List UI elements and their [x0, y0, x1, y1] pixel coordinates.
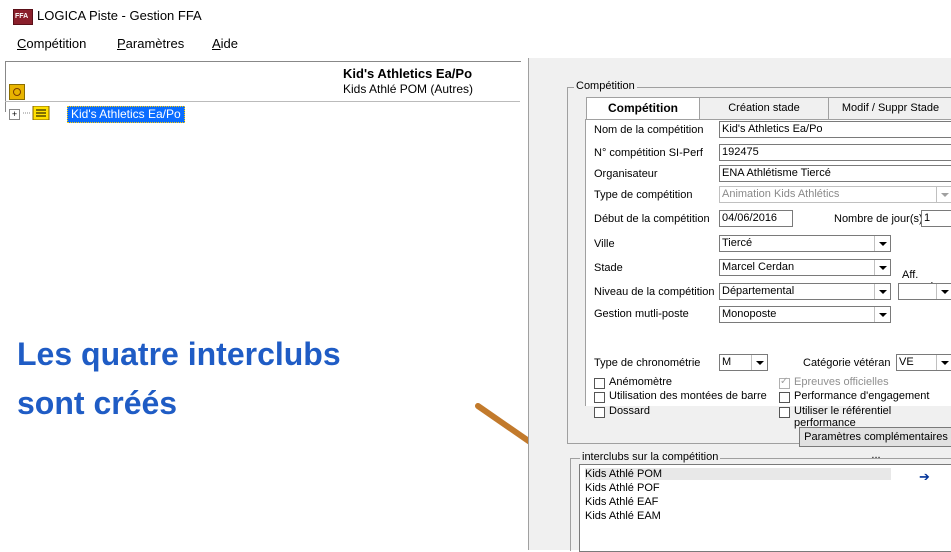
menu-aide[interactable]: Aide	[212, 36, 238, 51]
epreuves-label: Epreuves officielles	[794, 376, 889, 388]
tree-divider	[5, 101, 520, 102]
params-button[interactable]: Paramètres complémentaires ...	[799, 427, 951, 461]
niveau-value: Départemental	[722, 285, 795, 297]
chevron-down-icon	[874, 236, 890, 251]
tab-creation-stade[interactable]: Création stade	[699, 97, 829, 119]
dossard-checkbox[interactable]	[594, 407, 605, 418]
chevron-down-icon	[874, 284, 890, 299]
gestion-value: Monoposte	[722, 308, 777, 320]
type-select[interactable]: Animation Kids Athlétics	[719, 186, 951, 203]
referentiel-checkbox[interactable]	[779, 407, 790, 418]
org-label: Organisateur	[594, 168, 658, 180]
montees-label: Utilisation des montées de barre	[609, 390, 767, 402]
competition-group-label: Compétition	[574, 80, 637, 92]
list-item[interactable]: Kids Athlé POF	[585, 482, 660, 494]
list-item[interactable]: Kids Athlé POM	[585, 468, 891, 480]
arrow-right-icon[interactable]: ➔	[919, 469, 930, 485]
montees-checkbox[interactable]	[594, 392, 605, 403]
list-item[interactable]: Kids Athlé EAF	[585, 496, 658, 508]
org-field[interactable]: ENA Athlétisme Tiercé	[719, 165, 951, 182]
veteran-select[interactable]: VE	[896, 354, 951, 371]
ville-value: Tiercé	[722, 237, 753, 249]
tab-modif-stade[interactable]: Modif / Suppr Stade	[828, 97, 951, 119]
stade-value: Marcel Cerdan	[722, 261, 795, 273]
gestion-label: Gestion mutli-poste	[594, 308, 689, 320]
affrecord-select[interactable]	[898, 283, 951, 300]
stade-select[interactable]: Marcel Cerdan	[719, 259, 891, 276]
annotation-line-1: Les quatre interclubs	[17, 336, 341, 372]
annotation-line-2: sont créés	[17, 385, 178, 421]
menu-competition[interactable]: Compétition	[17, 36, 86, 51]
debut-field[interactable]: 04/06/2016	[719, 210, 793, 227]
window-title: LOGICA Piste - Gestion FFA	[37, 8, 202, 23]
interclubs-group-label: interclubs sur la compétition	[580, 451, 721, 463]
menu-bar: Compétition Paramètres Aide	[0, 36, 520, 58]
ville-label: Ville	[594, 238, 615, 250]
perf-engagement-label: Performance d'engagement	[794, 390, 930, 402]
refresh-icon[interactable]	[9, 84, 25, 100]
tab-competition[interactable]: Compétition	[586, 97, 700, 120]
chevron-down-icon	[936, 284, 951, 299]
chevron-down-icon	[936, 187, 951, 202]
epreuves-checkbox[interactable]	[779, 376, 790, 389]
perf-engagement-checkbox[interactable]	[779, 392, 790, 403]
chevron-down-icon	[874, 260, 890, 275]
dossard-label: Dossard	[609, 405, 650, 417]
chevron-down-icon	[751, 355, 767, 370]
niveau-label: Niveau de la compétition	[594, 286, 715, 298]
ville-select[interactable]: Tiercé	[719, 235, 891, 252]
tab-strip: Compétition Création stade Modif / Suppr…	[578, 97, 951, 120]
menu-competition-label: Compétition	[17, 36, 87, 51]
menu-parametres-label: Paramètres	[117, 36, 185, 51]
nbjours-label: Nombre de jour(s)	[834, 213, 923, 225]
stade-label: Stade	[594, 262, 623, 274]
competition-node-icon	[23, 106, 50, 120]
debut-label: Début de la compétition	[594, 213, 710, 225]
chevron-down-icon	[936, 355, 951, 370]
num-label: N° compétition SI-Perf	[594, 147, 703, 159]
type-label: Type de compétition	[594, 189, 693, 201]
nom-field[interactable]: Kid's Athletics Ea/Po	[719, 121, 951, 138]
list-item[interactable]: Kids Athlé EAM	[585, 510, 661, 522]
num-field[interactable]: 192475	[719, 144, 951, 161]
anemometre-checkbox[interactable]	[594, 378, 605, 389]
tree-node-competition[interactable]: Kid's Athletics Ea/Po	[67, 106, 185, 123]
annotation-text: Les quatre interclubs sont créés	[17, 330, 341, 428]
chrono-label: Type de chronométrie	[594, 357, 701, 369]
menu-aide-label: Aide	[212, 36, 239, 51]
chrono-select[interactable]: M	[719, 354, 768, 371]
gestion-select[interactable]: Monoposte	[719, 306, 891, 323]
chrono-value: M	[722, 356, 732, 368]
menu-parametres[interactable]: Paramètres	[117, 36, 184, 51]
chevron-down-icon	[874, 307, 890, 322]
nom-label: Nom de la compétition	[594, 124, 704, 136]
tree-header-title: Kid's Athletics Ea/Po	[343, 66, 473, 81]
niveau-select[interactable]: Départemental	[719, 283, 891, 300]
app-logo-icon: FFA	[13, 9, 33, 25]
type-value: Animation Kids Athlétics	[722, 188, 840, 200]
veteran-label: Catégorie vétéran	[803, 357, 891, 369]
anemometre-label: Anémomètre	[609, 376, 672, 388]
expand-icon[interactable]: +	[9, 109, 20, 120]
tree-header-subtitle: Kids Athlé POM (Autres)	[343, 82, 474, 96]
nbjours-field[interactable]: 1	[921, 210, 951, 227]
veteran-value: VE	[899, 356, 914, 368]
referentiel-label: Utiliser le référentiel performance	[794, 405, 892, 429]
